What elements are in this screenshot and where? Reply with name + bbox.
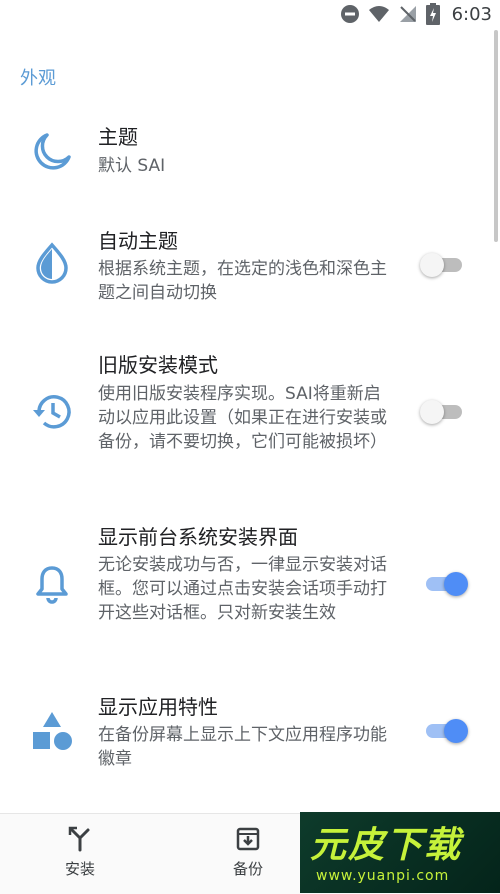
pref-auto-theme[interactable]: 自动主题 根据系统主题，在选定的浅色和深色主题之间自动切换	[0, 225, 500, 315]
install-icon	[68, 826, 90, 852]
no-signal-icon	[399, 6, 416, 22]
battery-charging-icon	[425, 3, 440, 25]
section-header-appearance: 外观	[20, 68, 56, 89]
shapes-icon	[33, 712, 72, 750]
show-app-features-switch[interactable]	[422, 716, 468, 746]
pref-title: 显示前台系统安装界面	[98, 525, 298, 549]
show-install-dialog-switch[interactable]	[422, 569, 468, 599]
status-icons: 6:03	[340, 2, 492, 26]
nav-install[interactable]: 安装	[40, 826, 120, 879]
nav-install-label: 安装	[64, 860, 95, 878]
pref-title: 主题	[98, 125, 138, 149]
switch-thumb	[420, 400, 444, 424]
switch-thumb	[420, 253, 444, 277]
pref-legacy-install-mode[interactable]: 旧版安装模式 使用旧版安装程序实现。SAI将重新启动以应用此设置（如果正在进行安…	[0, 350, 500, 480]
pref-show-app-features[interactable]: 显示应用特性 在备份屏幕上显示上下文应用程序功能徽章	[0, 692, 500, 782]
wifi-icon	[368, 6, 389, 22]
watermark-logo: 元皮下载 www.yuanpi.com	[300, 812, 500, 893]
nav-backup[interactable]: 备份	[208, 826, 288, 879]
pref-title: 显示应用特性	[98, 695, 218, 719]
legacy-install-switch[interactable]	[420, 397, 466, 427]
pref-theme[interactable]: 主题 默认 SAI	[0, 118, 500, 198]
water-drop-icon	[36, 242, 68, 284]
moon-icon	[34, 133, 71, 170]
nav-backup-label: 备份	[232, 860, 263, 878]
watermark-text: 元皮下载	[310, 825, 463, 866]
archive-icon	[236, 827, 260, 851]
status-bar: 6:03	[0, 0, 500, 28]
status-time: 6:03	[451, 3, 492, 25]
pref-title: 自动主题	[98, 229, 178, 253]
bell-icon	[36, 566, 68, 604]
pref-summary: 在备份屏幕上显示上下文应用程序功能徽章	[98, 725, 387, 769]
history-icon	[33, 395, 71, 429]
do-not-disturb-icon	[340, 5, 359, 23]
pref-title: 旧版安装模式	[98, 353, 218, 377]
switch-thumb	[444, 572, 468, 596]
pref-summary: 使用旧版安装程序实现。SAI将重新启动以应用此设置（如果正在进行安装或备份，请不…	[98, 384, 387, 452]
pref-summary: 根据系统主题，在选定的浅色和深色主题之间自动切换	[98, 259, 387, 303]
watermark-url: www.yuanpi.com	[316, 868, 450, 884]
pref-show-install-dialog[interactable]: 显示前台系统安装界面 无论安装成功与否，一律显示安装对话框。您可以通过点击安装会…	[0, 522, 500, 652]
auto-theme-switch[interactable]	[420, 250, 466, 280]
pref-summary: 无论安装成功与否，一律显示安装对话框。您可以通过点击安装会话项手动打开这些对话框…	[98, 555, 387, 623]
switch-thumb	[444, 719, 468, 743]
pref-summary: 默认 SAI	[98, 156, 166, 176]
